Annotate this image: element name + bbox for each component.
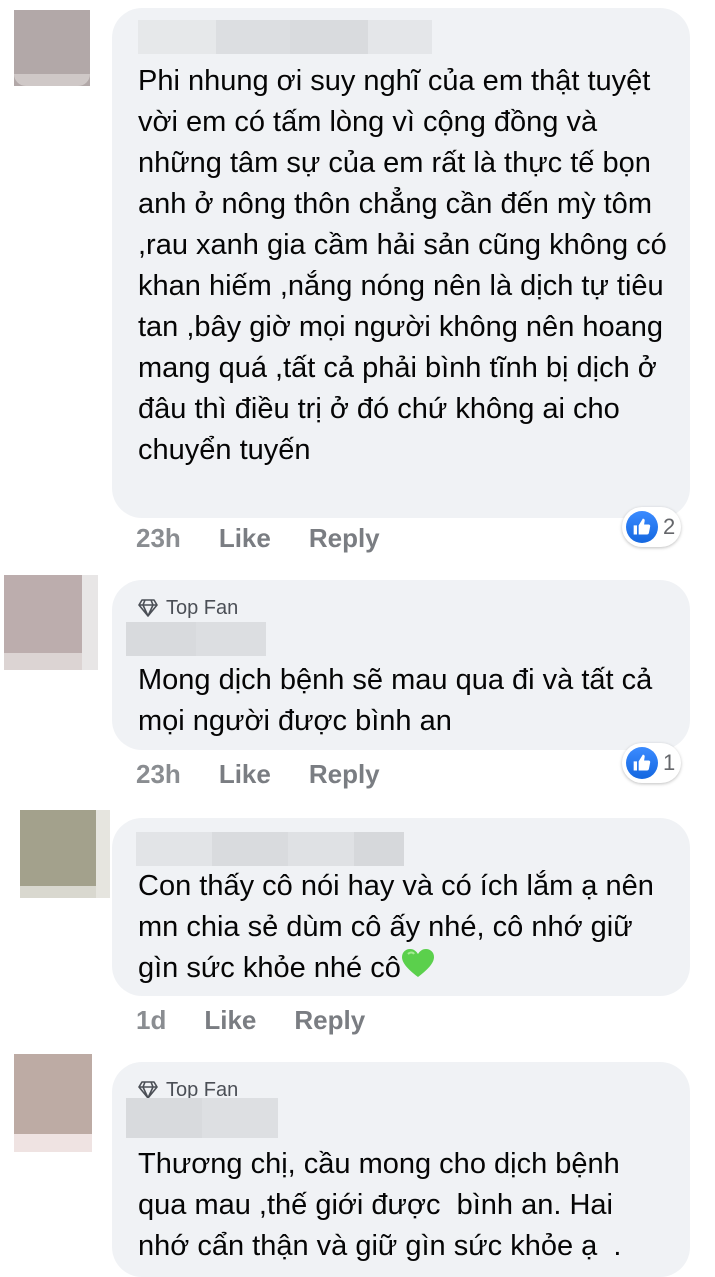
- comment-actions: 1d Like Reply: [136, 1002, 365, 1038]
- like-icon: [626, 747, 658, 779]
- avatar[interactable]: [14, 10, 90, 86]
- like-button[interactable]: Like: [219, 759, 271, 790]
- avatar[interactable]: [4, 575, 98, 670]
- reaction-count: 1: [663, 750, 676, 775]
- comment-text: Con thấy cô nói hay và có ích lắm ạ nên …: [138, 866, 670, 990]
- comment-actions: 23h Like Reply: [136, 756, 380, 792]
- reply-button[interactable]: Reply: [294, 1005, 365, 1036]
- top-fan-label: Top Fan: [166, 596, 239, 619]
- green-heart-icon: [401, 948, 435, 990]
- diamond-icon: [138, 1081, 158, 1099]
- comment-text: Thương chị, cầu mong cho dịch bệnh qua m…: [138, 1148, 628, 1262]
- commenter-name-redacted[interactable]: [126, 622, 266, 656]
- commenter-name-redacted[interactable]: [138, 20, 432, 54]
- diamond-icon: [138, 599, 158, 617]
- avatar[interactable]: [20, 810, 110, 898]
- comment-bubble: Top Fan Thương chị, cầu mong cho dịch bệ…: [112, 1062, 690, 1277]
- comment-timestamp[interactable]: 1d: [136, 1005, 166, 1036]
- comment-bubble: Con thấy cô nói hay và có ích lắm ạ nên …: [112, 818, 690, 996]
- comment-timestamp[interactable]: 23h: [136, 523, 181, 554]
- reaction-summary[interactable]: 1: [622, 743, 682, 783]
- reaction-count: 2: [663, 514, 676, 539]
- like-icon: [626, 511, 658, 543]
- like-button[interactable]: Like: [204, 1005, 256, 1036]
- reaction-summary[interactable]: 2: [622, 507, 682, 547]
- commenter-name-redacted[interactable]: [136, 832, 404, 866]
- top-fan-badge: Top Fan: [138, 596, 238, 620]
- comment-actions: 23h Like Reply: [136, 520, 380, 556]
- reply-button[interactable]: Reply: [309, 759, 380, 790]
- avatar[interactable]: [14, 1054, 92, 1152]
- comment-text: Phi nhung ơi suy nghĩ của em thật tuyệt …: [138, 65, 675, 466]
- reply-button[interactable]: Reply: [309, 523, 380, 554]
- comment-text: Mong dịch bệnh sẽ mau qua đi và tất cả m…: [138, 664, 661, 737]
- comment-bubble: Top Fan Mong dịch bệnh sẽ mau qua đi và …: [112, 580, 690, 750]
- comment-bubble: Phi nhung ơi suy nghĩ của em thật tuyệt …: [112, 8, 690, 518]
- commenter-name-redacted[interactable]: [126, 1098, 278, 1138]
- comment-timestamp[interactable]: 23h: [136, 759, 181, 790]
- like-button[interactable]: Like: [219, 523, 271, 554]
